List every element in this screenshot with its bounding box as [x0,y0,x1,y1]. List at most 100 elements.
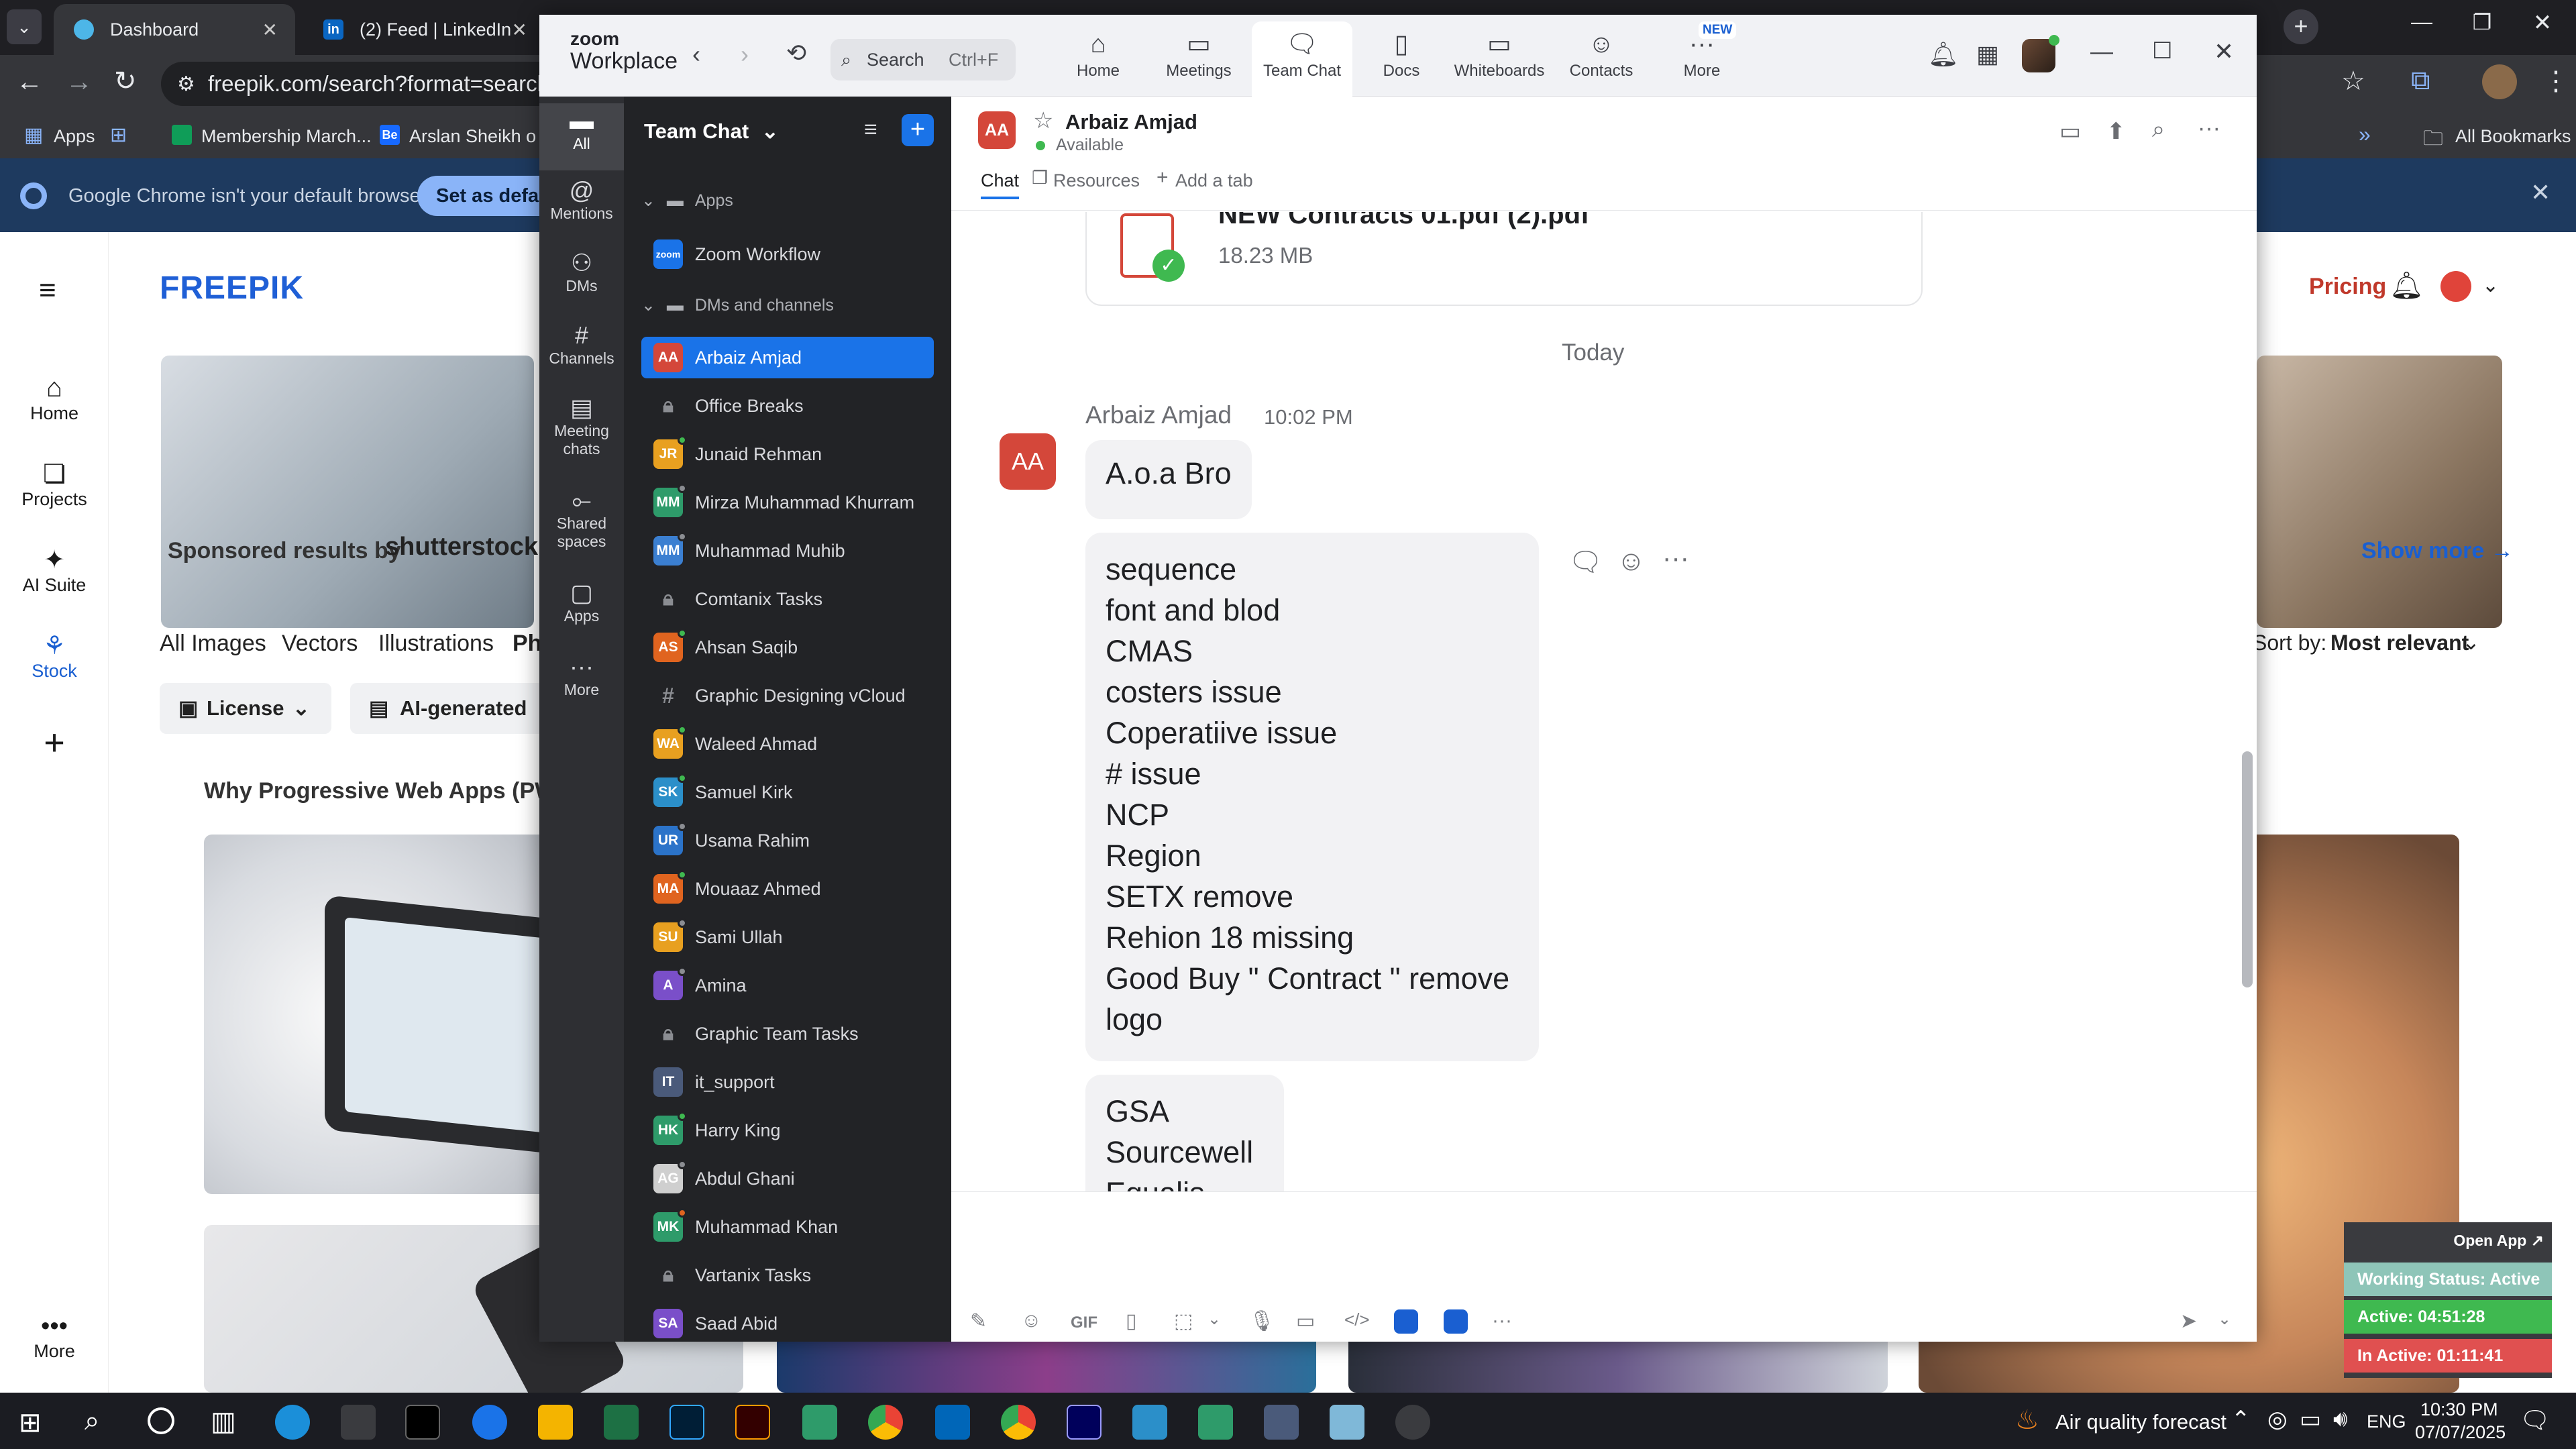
chrome-menu-icon[interactable]: ⋮ [2542,66,2569,97]
code-icon[interactable]: </> [1344,1309,1370,1330]
shutterstock-logo[interactable]: shutterstock [385,533,538,561]
back-icon[interactable]: ← [16,67,43,97]
app-icon[interactable] [1444,1309,1468,1334]
back-icon[interactable]: ‹ [692,40,700,68]
rail-shared-spaces[interactable]: ⟜ Shared spaces [539,488,624,551]
vscode-icon[interactable] [935,1405,970,1440]
tab-chat[interactable]: Chat [981,170,1020,199]
network-icon[interactable]: ▭ [2300,1406,2321,1433]
chrome-tab-dashboard[interactable]: Dashboard ✕ [54,4,295,55]
chat-item[interactable]: 🔒︎ Office Breaks [641,385,934,427]
chevron-down-icon[interactable]: ⌄ [2462,629,2480,655]
new-chat-button[interactable]: + [902,114,934,146]
message-bubble[interactable]: sequence font and blod CMAS costers issu… [1085,533,1539,1061]
maximize-button[interactable]: ☐ [2152,38,2172,64]
sponsored-image[interactable] [2257,356,2502,628]
message-bubble[interactable]: GSA Sourcewell Equalis [1085,1075,1284,1191]
photoshop-icon[interactable] [669,1405,704,1440]
app-icon[interactable] [802,1405,837,1440]
search-icon[interactable]: ⌕ [85,1406,99,1436]
more-bookmarks-icon[interactable]: » [2359,122,2371,147]
chrome-tab-linkedin[interactable]: in (2) Feed | LinkedIn ✕ [303,4,545,55]
bookmark-membership[interactable]: Membership March... [201,126,372,147]
search-icon[interactable]: ⌕ [2152,117,2165,143]
reload-icon[interactable]: ↻ [114,66,137,97]
messages-area[interactable]: ✓ NEW Contracts 01.pdf (2).pdf 18.23 MB … [951,212,2257,1191]
show-more-link[interactable]: Show more → [2361,538,2514,564]
zoom-app-icon[interactable] [472,1405,507,1440]
section-dms-and-channels[interactable]: ⌄ ▬ DMs and channels [641,295,834,315]
chatlist-header[interactable]: Team Chat ⌄ [644,119,779,144]
star-icon[interactable]: ☆ [1033,107,1053,134]
microphone-icon[interactable]: 🎙︎ [1249,1309,1275,1333]
new-tab-button[interactable]: + [2284,9,2318,44]
rail-apps[interactable]: ▢ Apps [539,581,624,625]
illustrator-icon[interactable] [735,1405,770,1440]
add-icon[interactable]: + [0,722,109,763]
freepik-nav-more[interactable]: ••• More [0,1312,109,1362]
app-icon[interactable] [1394,1309,1418,1334]
close-icon[interactable]: ✕ [2530,178,2551,207]
volume-icon[interactable]: 🔊︎ [2333,1406,2347,1432]
share-screen-icon[interactable]: ⬆ [2106,118,2126,145]
language-indicator[interactable]: ENG [2367,1411,2406,1432]
tab-groups-icon[interactable]: ⊞ [110,123,127,147]
chat-item[interactable]: SA Saad Abid [641,1303,934,1342]
pen-icon[interactable] [341,1405,376,1440]
hamburger-icon[interactable]: ≡ [39,274,56,307]
clock-time[interactable]: 10:30 PM [2420,1399,2498,1420]
chrome-icon[interactable] [868,1405,903,1440]
section-apps[interactable]: ⌄ ▬ Apps [641,191,733,211]
app-icon[interactable] [1330,1405,1364,1440]
history-icon[interactable]: ⟲ [786,39,806,67]
windows-start-icon[interactable]: ⊞ [19,1407,42,1438]
chat-item[interactable]: MA Mouaaz Ahmed [641,868,934,910]
close-icon[interactable]: ✕ [262,19,278,41]
app-icon[interactable] [1132,1405,1167,1440]
chevron-down-icon[interactable]: ⌄ [2482,274,2499,297]
filter-tab-photos[interactable]: Ph [513,631,541,657]
freepik-nav-projects[interactable]: ❏ Projects [0,459,109,510]
edge-icon[interactable] [275,1405,310,1440]
topnav-home[interactable]: ⌂ Home [1048,21,1148,97]
gif-icon[interactable]: GIF [1071,1313,1097,1332]
sponsored-image[interactable] [161,356,534,628]
video-call-icon[interactable]: ▭ [2059,118,2081,145]
topnav-meetings[interactable]: ▭ Meetings [1148,21,1249,97]
freepik-nav-home[interactable]: ⌂ Home [0,373,109,424]
freepik-nav-ai-suite[interactable]: ✦ AI Suite [0,545,109,596]
rail-channels[interactable]: # Channels [539,323,624,368]
apps-grid-icon[interactable]: ▦ [24,123,43,147]
bell-icon[interactable]: 🔔︎ [1928,40,1959,68]
bookmark-star-icon[interactable]: ☆ [2341,66,2365,97]
chat-item[interactable]: JR Junaid Rehman [641,433,934,475]
contact-name[interactable]: Arbaiz Amjad [1065,110,1197,134]
freepik-nav-stock[interactable]: ⚘ Stock [0,631,109,682]
emoji-icon[interactable]: ☺ [1021,1309,1042,1332]
reply-icon[interactable]: 🗨︎ [1568,546,1603,578]
chat-item[interactable]: 🔒︎ Graphic Team Tasks [641,1013,934,1055]
chat-item[interactable]: AG Abdul Ghani [641,1158,934,1199]
message-bubble[interactable]: A.o.a Bro [1085,440,1252,519]
topnav-docs[interactable]: ▯ Docs [1351,21,1452,97]
scrollbar-thumb[interactable] [2242,751,2253,987]
sort-select[interactable]: Most relevant [2330,631,2469,655]
ai-generated-filter[interactable]: ▤ AI-generated [350,683,545,734]
zoom-search-input[interactable]: ⌕ Search Ctrl+F [830,39,1016,80]
rail-all[interactable]: ▬ All [539,103,624,170]
chat-item[interactable]: MK Muhammad Khan [641,1206,934,1248]
message-composer[interactable] [951,1191,2257,1342]
send-icon[interactable]: ➤ [2180,1309,2197,1333]
tray-app-icon[interactable]: ◎ [2267,1406,2288,1433]
topnav-contacts[interactable]: ☺ Contacts [1551,21,1652,97]
topnav-whiteboards[interactable]: ▭ Whiteboards [1449,21,1550,97]
chat-item[interactable]: AA Arbaiz Amjad [641,337,934,378]
result-heading[interactable]: Why Progressive Web Apps (PW [204,778,556,804]
forward-icon[interactable]: › [741,40,749,68]
maximize-button[interactable]: ❐ [2455,9,2509,35]
chat-item[interactable]: HK Harry King [641,1110,934,1151]
chat-item[interactable]: MM Muhammad Muhib [641,530,934,572]
file-attachment[interactable]: ✓ NEW Contracts 01.pdf (2).pdf 18.23 MB [1085,212,1923,306]
calculator-icon[interactable] [1264,1405,1299,1440]
chevron-down-icon[interactable]: ⌄ [2218,1309,2231,1329]
